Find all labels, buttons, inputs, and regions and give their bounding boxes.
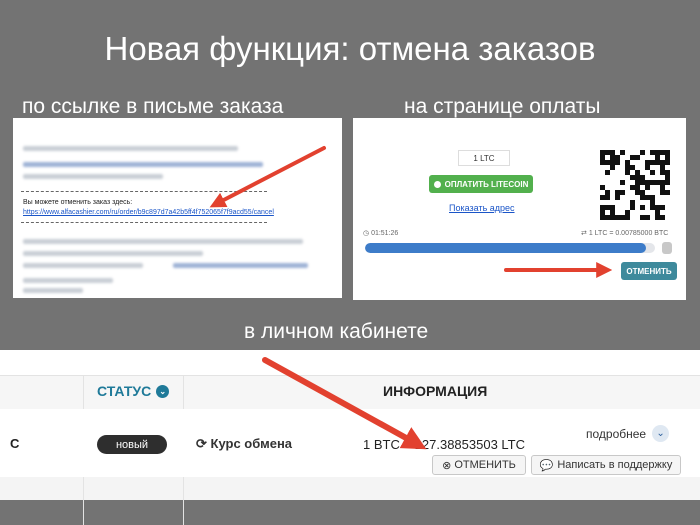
- email-arrow: [209, 146, 326, 208]
- cabinet-arrow: [262, 357, 427, 450]
- annotation-arrows: [209, 146, 613, 450]
